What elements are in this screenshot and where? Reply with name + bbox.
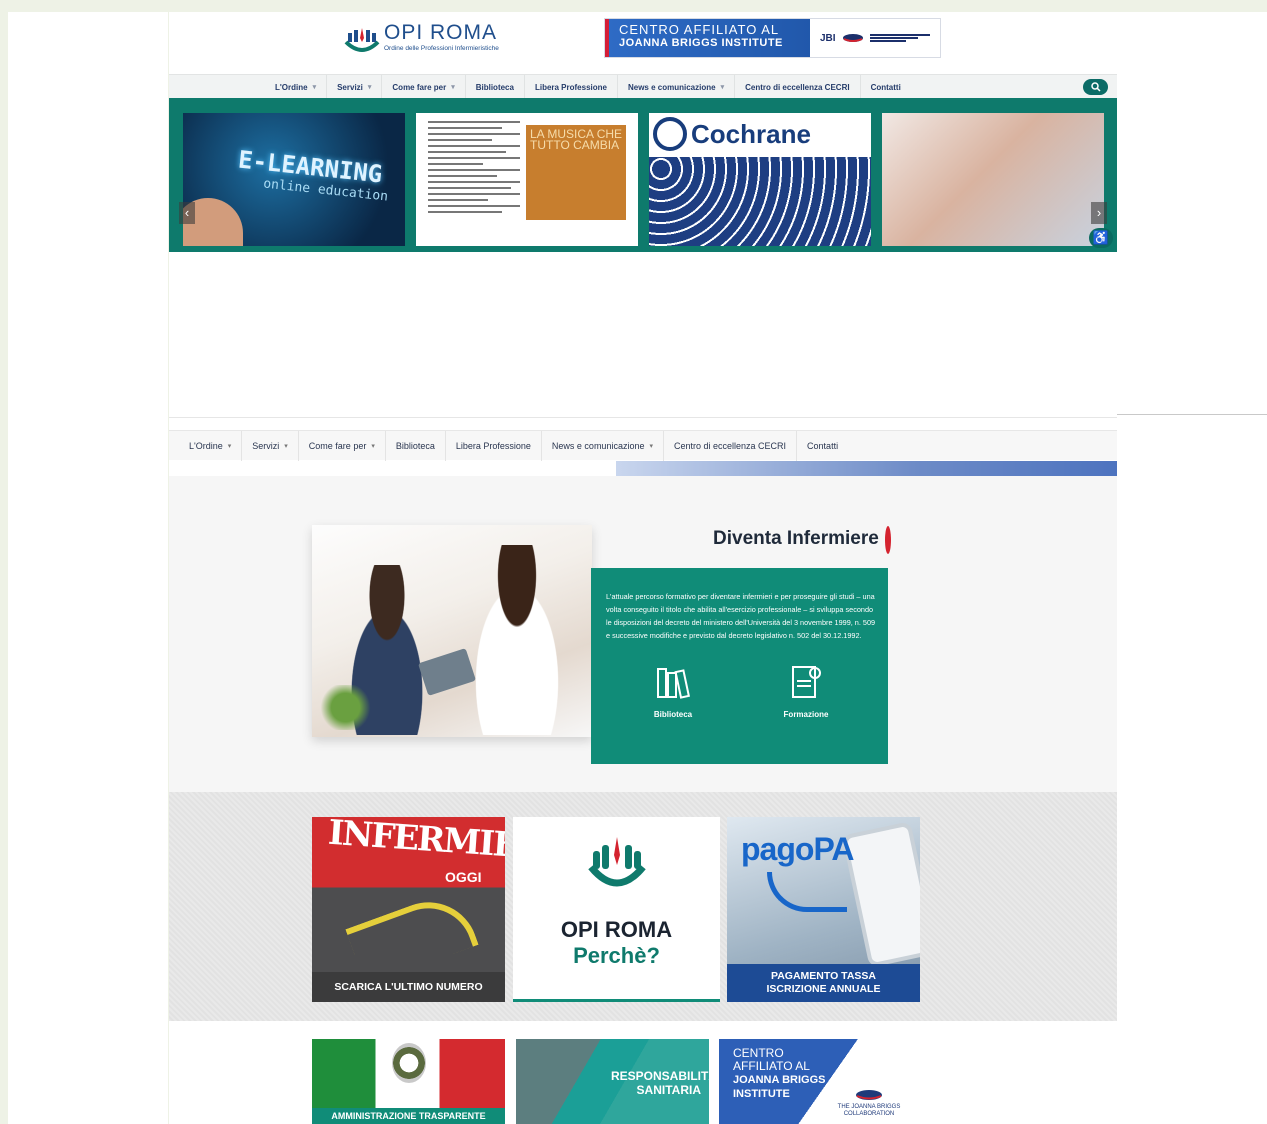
formazione-link[interactable]: Formazione [761,663,851,719]
infermiere-oggi-tile[interactable]: INFERMIERE OGGI SCARICA L'ULTIMO NUMERO [312,817,505,1002]
search-button[interactable] [1083,79,1108,95]
flyer-text-block [428,121,520,217]
jbi-small-text [869,33,930,43]
nav2-item-libera-professione[interactable]: Libera Professione [446,431,542,461]
chevron-down-icon: ▾ [371,443,375,450]
decorative-blue-bar [616,461,1117,476]
nav-item-ordine[interactable]: L'Ordine ▾ [265,75,328,99]
left-margin [8,12,168,1124]
right-margin [1117,12,1267,1124]
opi-logo-icon [344,28,380,52]
nav2-item-cecri[interactable]: Centro di eccellenza CECRI [664,431,798,461]
slide-cochrane[interactable]: Cochrane [649,113,871,246]
chevron-down-icon: ▾ [227,443,232,450]
section-divider [169,417,1117,418]
jbi-mark: JBI [820,32,836,44]
nav-item-servizi[interactable]: Servizi ▾ [327,75,383,99]
page: OPI ROMA Ordine delle Professioni Inferm… [169,12,1117,1124]
certificate-icon [792,666,821,698]
jbi-logo-icon [856,1090,882,1100]
nav-item-libera-professione[interactable]: Libera Professione [525,75,618,99]
italian-emblem-icon [392,1043,426,1083]
responsabilita-caption: RESPONSABILITÀ SANITARIA [611,1069,709,1097]
slider-prev-button[interactable]: ‹ [179,202,195,224]
wheelchair-icon: ♿ [1092,230,1110,245]
responsabilita-sanitaria-tile[interactable]: RESPONSABILITÀ SANITARIA [516,1039,709,1124]
nav-item-biblioteca[interactable]: Biblioteca [466,75,525,99]
logo-subtitle: Ordine delle Professioni Infermieristich… [384,45,499,52]
pagopa-tile[interactable]: pagoPA PAGAMENTO TASSA ISCRIZIONE ANNUAL… [727,817,920,1002]
chevron-down-icon: ▾ [649,443,653,450]
poster-title: LA MUSICA CHE TUTTO CAMBIA [530,127,623,152]
nav2-item-ordine[interactable]: L'Ordine ▾ [179,431,243,461]
magazine-subtitle: OGGI [442,869,485,885]
nav-item-contatti[interactable]: Contatti [861,75,911,99]
nav2-item-biblioteca[interactable]: Biblioteca [386,431,446,461]
jbi-tile-caption: CENTRO AFFILIATO AL JOANNA BRIGGS INSTIT… [733,1046,826,1101]
diventa-text: L'attuale percorso formativo per diventa… [606,592,876,640]
promo-tiles-section: INFERMIERE OGGI SCARICA L'ULTIMO NUMERO … [169,792,1117,1021]
main-nav: L'Ordine ▾ Servizi ▾ Come fare per ▾ Biblio… [169,74,1117,99]
nurses-photo [312,525,592,737]
slider-next-button[interactable]: › [1091,202,1107,224]
jbi-banner[interactable]: CENTRO AFFILIATO AL JOANNA BRIGGS INSTIT… [604,18,941,58]
cochrane-logo-icon [653,117,687,151]
jbi-collaboration-logo: THE JOANNA BRIGGS COLLABORATION [831,1089,907,1118]
section-title: Diventa Infermiere [713,528,879,549]
right-divider [1117,414,1267,415]
jbi-banner-line1: CENTRO AFFILIATO AL [619,22,780,37]
pagopa-logo: pagoPA [741,831,855,867]
red-accent-icon [885,526,891,554]
opi-logo-icon [588,837,646,887]
arrow-graphic [767,872,847,912]
chevron-down-icon: ▾ [312,84,317,91]
nav2-item-servizi[interactable]: Servizi ▾ [242,431,299,461]
opi-tile-title: OPI ROMA [560,917,673,942]
jbi-affiliate-tile[interactable]: CENTRO AFFILIATO AL JOANNA BRIGGS INSTIT… [719,1039,912,1124]
biblioteca-label: Biblioteca [653,710,693,719]
nav2-item-come-fare-per[interactable]: Come fare per ▾ [299,431,386,461]
logo-name: OPI ROMA [384,21,498,44]
chevron-down-icon: ▾ [451,84,455,91]
biblioteca-link[interactable]: Biblioteca [628,663,718,719]
amministrazione-trasparente-tile[interactable]: AMMINISTRAZIONE TRASPARENTE [312,1039,505,1124]
nav-item-cecri[interactable]: Centro di eccellenza CECRI [735,75,861,99]
nav-item-news[interactable]: News e comunicazione ▾ [618,75,736,99]
pagopa-caption: PAGAMENTO TASSA ISCRIZIONE ANNUALE [727,964,920,1002]
amministrazione-caption: AMMINISTRAZIONE TRASPARENTE [312,1108,505,1124]
magazine-title: INFERMIERE [326,817,505,870]
jbi-logo-icon [842,34,863,42]
infermiere-caption: SCARICA L'ULTIMO NUMERO [312,972,505,1002]
chevron-down-icon: ▾ [720,84,725,91]
nav2-item-news[interactable]: News e comunicazione ▾ [542,431,664,461]
formazione-label: Formazione [783,710,829,719]
diventa-infermiere-section: Diventa Infermiere L'attuale percorso fo… [169,476,1117,792]
accessibility-button[interactable]: ♿ [1089,228,1113,248]
jbi-banner-line2: JOANNA BRIGGS INSTITUTE [619,37,783,49]
chevron-down-icon: ▾ [367,84,372,91]
cochrane-title: Cochrane [691,118,811,149]
diventa-info-box: L'attuale percorso formativo per diventa… [591,568,888,764]
slide-newborn[interactable] [882,113,1104,246]
site-header: OPI ROMA Ordine delle Professioni Inferm… [169,12,1117,74]
search-icon [1090,82,1101,92]
opi-tile-subtitle: Perchè? [573,943,660,968]
site-logo[interactable]: OPI ROMA Ordine delle Professioni Inferm… [344,22,499,52]
nav2-item-contatti[interactable]: Contatti [797,431,848,461]
crowd-illustration [649,157,871,246]
hero-slider: E-LEARNING online education LA MUSICA CH… [169,98,1117,252]
slide-musica[interactable]: LA MUSICA CHE TUTTO CAMBIA [416,113,638,246]
slide-elearning[interactable]: E-LEARNING online education [183,113,405,246]
sticky-nav: L'Ordine ▾ Servizi ▾ Come fare per ▾ Biblio… [169,430,1117,461]
books-icon [657,668,691,699]
nav-item-come-fare-per[interactable]: Come fare per ▾ [382,75,466,99]
chevron-down-icon: ▾ [284,443,288,450]
opi-roma-perche-tile[interactable]: OPI ROMA Perchè? [513,817,720,1002]
poster-image: LA MUSICA CHE TUTTO CAMBIA [526,125,626,220]
